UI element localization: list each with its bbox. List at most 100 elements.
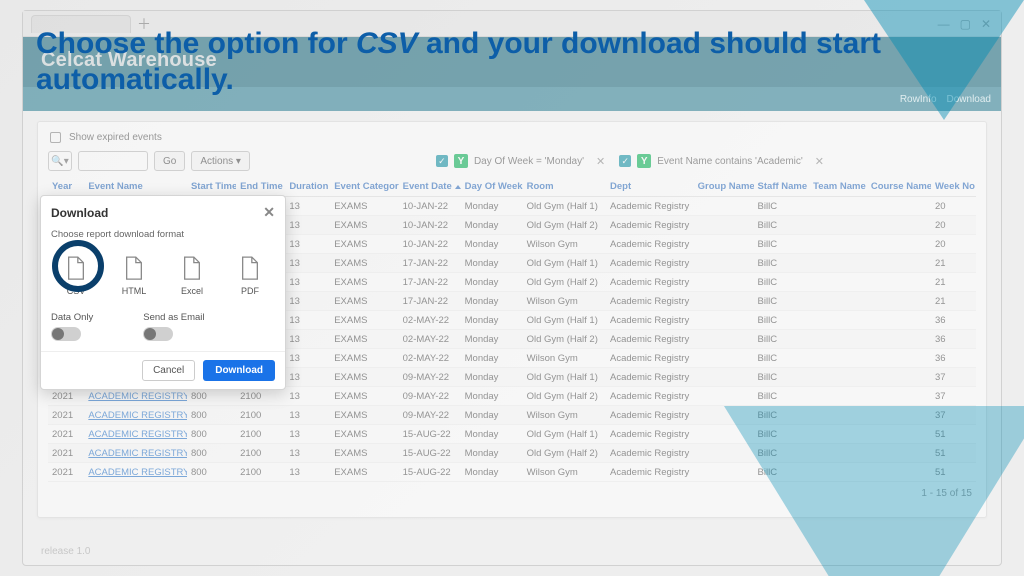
table-cell: 13 [285,273,330,292]
format-label: HTML [122,286,147,296]
column-header[interactable]: Dept [606,177,694,197]
table-cell: Academic Registry [606,349,694,368]
table-cell: BillC [754,235,810,254]
csv-highlight-circle [52,240,104,292]
table-cell: Academic Registry [606,444,694,463]
table-cell: Academic Registry [606,368,694,387]
table-cell [809,292,867,311]
table-cell: Academic Registry [606,254,694,273]
go-button[interactable]: Go [154,151,185,171]
table-cell [867,292,931,311]
table-cell [694,216,754,235]
table-cell: 800 [187,444,236,463]
column-header[interactable]: Day Of Week [461,177,523,197]
close-icon[interactable]: ✕ [263,204,275,221]
column-header[interactable]: Year [48,177,84,197]
column-header[interactable]: Team Name [809,177,867,197]
table-cell: Academic Registry [606,425,694,444]
event-link[interactable]: ACADEMIC REGISTRY [88,448,187,459]
show-expired-label: Show expired events [69,132,162,143]
table-cell [809,273,867,292]
table-cell: 2021 [48,425,84,444]
column-header[interactable]: Group Name [694,177,754,197]
event-link[interactable]: ACADEMIC REGISTRY [88,391,187,402]
column-header[interactable]: Event Date [399,177,461,197]
table-cell: 17-JAN-22 [399,273,461,292]
toggle-label: Send as Email [143,312,204,323]
table-cell: Monday [461,311,523,330]
table-cell: BillC [754,368,810,387]
table-cell: Old Gym (Half 2) [523,387,606,406]
column-header[interactable]: Week No [931,177,976,197]
column-header[interactable]: Event Category [330,177,398,197]
active-filters: ✓ Y Day Of Week = 'Monday' ✕ ✓ Y Event N… [436,154,824,168]
table-cell: Old Gym (Half 2) [523,273,606,292]
column-header[interactable]: Duration [285,177,330,197]
table-cell: Academic Registry [606,387,694,406]
table-cell [809,330,867,349]
filter-check-icon[interactable]: ✓ [619,155,631,167]
column-header[interactable]: End Time [236,177,285,197]
table-cell: Monday [461,197,523,216]
toggle-switch[interactable] [51,327,81,341]
table-cell: Old Gym (Half 2) [523,330,606,349]
format-option-pdf[interactable]: PDF [227,256,273,296]
column-header[interactable]: Event Name [84,177,187,197]
table-cell: Old Gym (Half 1) [523,197,606,216]
table-cell: EXAMS [330,387,398,406]
event-link[interactable]: ACADEMIC REGISTRY [88,429,187,440]
remove-filter-icon[interactable]: ✕ [596,155,605,168]
table-cell: 13 [285,349,330,368]
table-cell: ACADEMIC REGISTRY [84,444,187,463]
table-cell: Wilson Gym [523,292,606,311]
filter-funnel-icon[interactable]: Y [637,154,651,168]
table-cell: EXAMS [330,273,398,292]
table-cell: 13 [285,425,330,444]
filter-funnel-icon[interactable]: Y [454,154,468,168]
checkbox-icon[interactable] [50,132,61,143]
table-cell: 13 [285,387,330,406]
actions-button[interactable]: Actions ▾ [191,151,250,171]
download-button[interactable]: Download [203,360,275,381]
table-cell: 21 [931,273,976,292]
table-cell: 800 [187,425,236,444]
filter-check-icon[interactable]: ✓ [436,155,448,167]
table-cell [694,330,754,349]
download-popover: Download ✕ Choose report download format… [40,195,286,390]
table-cell: 13 [285,216,330,235]
event-link[interactable]: ACADEMIC REGISTRY [88,410,187,421]
table-cell: Wilson Gym [523,235,606,254]
column-header[interactable]: Course Name [867,177,931,197]
table-cell: 13 [285,463,330,482]
search-icon[interactable]: 🔍▾ [48,151,72,171]
remove-filter-icon[interactable]: ✕ [815,155,824,168]
table-cell: BillC [754,330,810,349]
table-cell: Old Gym (Half 2) [523,444,606,463]
table-cell: Monday [461,330,523,349]
table-cell: Academic Registry [606,216,694,235]
column-header[interactable]: Start Time [187,177,236,197]
format-option-html[interactable]: HTML [111,256,157,296]
event-link[interactable]: ACADEMIC REGISTRY [88,467,187,478]
file-icon [239,256,261,282]
table-cell [867,330,931,349]
table-cell: BillC [754,349,810,368]
table-cell: Old Gym (Half 2) [523,216,606,235]
table-cell: 02-MAY-22 [399,330,461,349]
table-cell: 13 [285,254,330,273]
column-header[interactable]: Room [523,177,606,197]
table-cell: 13 [285,235,330,254]
table-cell: Academic Registry [606,197,694,216]
search-input[interactable] [78,151,148,171]
toggle-switch[interactable] [143,327,173,341]
table-cell [867,387,931,406]
table-cell: ACADEMIC REGISTRY [84,406,187,425]
column-header[interactable]: Staff Name [754,177,810,197]
table-cell: Old Gym (Half 1) [523,311,606,330]
table-cell: 21 [931,254,976,273]
format-option-excel[interactable]: Excel [169,256,215,296]
table-cell: 800 [187,463,236,482]
table-cell: 10-JAN-22 [399,197,461,216]
table-cell: 20 [931,235,976,254]
cancel-button[interactable]: Cancel [142,360,195,381]
